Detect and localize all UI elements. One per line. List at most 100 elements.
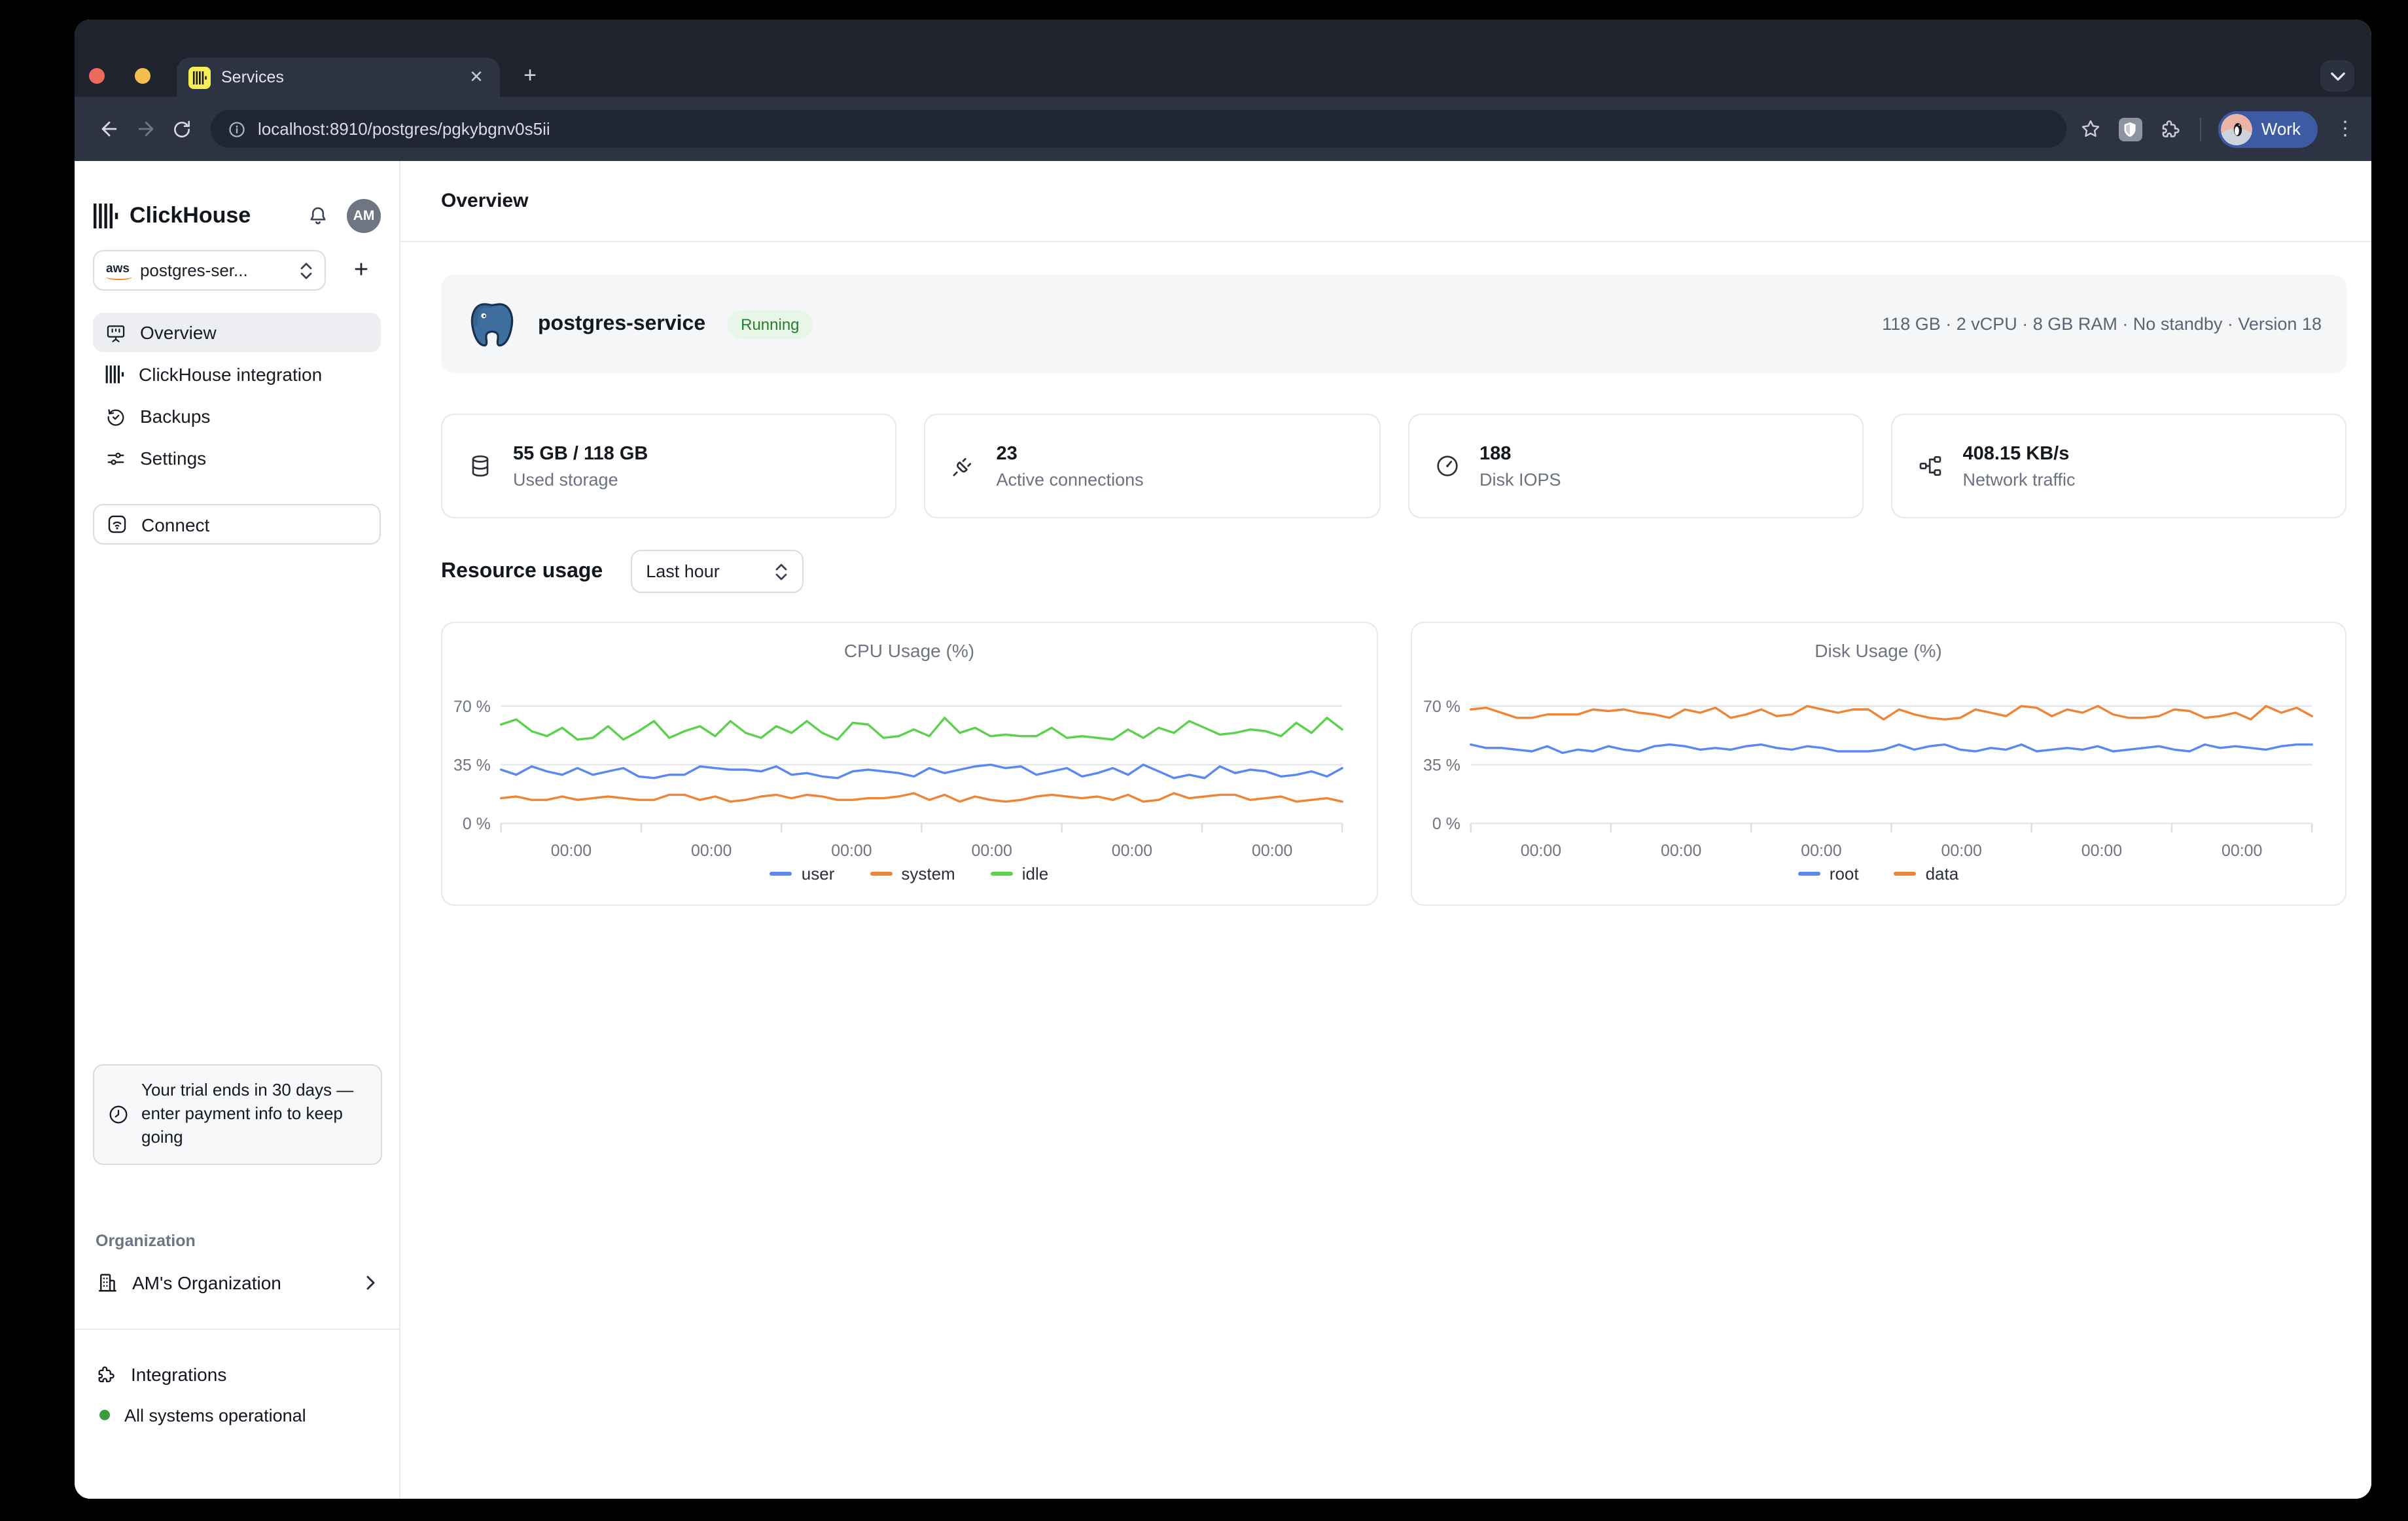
legend-item-idle: idle <box>991 864 1049 884</box>
sidebar-nav: Overview ClickHouse integrationBackupsSet… <box>93 313 381 478</box>
chart-plot-area: 0 %35 %70 %00:0000:0000:0000:0000:0000:0… <box>442 666 1376 863</box>
legend-line-icon <box>870 872 892 876</box>
network-icon <box>1917 453 1943 479</box>
plug-icon <box>951 453 977 479</box>
stat-label: Disk IOPS <box>1479 469 1561 489</box>
profile-label: Work <box>2261 119 2301 139</box>
page-title: Overview <box>441 190 528 212</box>
legend-item-system: system <box>870 864 955 884</box>
service-hero-card: postgres-service Running 118 GB · 2 vCPU… <box>441 275 2346 373</box>
legend-line-icon <box>991 872 1013 876</box>
svg-text:00:00: 00:00 <box>691 842 732 860</box>
svg-text:00:00: 00:00 <box>1941 842 1981 860</box>
service-name: postgres-service <box>538 312 705 336</box>
trial-notice: Your trial ends in 30 days — enter payme… <box>93 1064 382 1164</box>
select-chevrons-icon <box>300 261 313 279</box>
add-service-button[interactable]: + <box>342 251 381 290</box>
stat-card-network-traffic: 408.15 KB/s Network traffic <box>1891 414 2347 518</box>
service-specs: 118 GB · 2 vCPU · 8 GB RAM · No standby … <box>1882 314 2322 334</box>
sidebar-item-label: Overview <box>140 322 217 343</box>
stat-value: 408.15 KB/s <box>1963 443 2076 464</box>
address-bar[interactable]: localhost:8910/postgres/pgkybgnv0s5ii <box>211 110 2066 148</box>
page-header: Overview <box>400 161 2371 242</box>
sidebar: ClickHouse AM aws postgres-ser... + Over… <box>75 161 400 1499</box>
sidebar-item-overview[interactable]: Overview <box>93 313 381 352</box>
stat-cards: 55 GB / 118 GB Used storage 23Active conne… <box>441 414 2346 518</box>
postgres-logo-icon <box>466 298 518 350</box>
stat-label: Network traffic <box>1963 469 2076 489</box>
svg-text:00:00: 00:00 <box>831 842 872 860</box>
stat-card-active-connections: 23Active connections <box>925 414 1381 518</box>
connect-button[interactable]: Connect <box>93 504 381 545</box>
svg-text:00:00: 00:00 <box>1660 842 1701 860</box>
settings-icon <box>105 447 127 469</box>
charts-row: CPU Usage (%) 0 %35 %70 %00:0000:0000:00… <box>441 622 2346 906</box>
connect-label: Connect <box>141 514 209 535</box>
browser-window: Services ✕ + localhost:8910/postgres/pgk… <box>75 20 2371 1499</box>
tab-search-button[interactable] <box>2320 60 2354 92</box>
site-info-icon[interactable] <box>228 120 246 138</box>
stat-value: 55 GB / 118 GB <box>513 443 648 464</box>
backups-icon <box>105 405 127 427</box>
sidebar-item-integrations[interactable]: Integrations <box>96 1356 226 1393</box>
legend-item-user: user <box>770 864 835 884</box>
legend-item-data: data <box>1894 864 1959 884</box>
resource-usage-title: Resource usage <box>441 560 603 583</box>
url-text: localhost:8910/postgres/pgkybgnv0s5ii <box>258 119 550 139</box>
legend-line-icon <box>1894 872 1917 876</box>
organization-section-label: Organization <box>96 1232 196 1250</box>
notifications-bell-icon[interactable] <box>306 204 330 228</box>
legend-label: user <box>802 864 835 884</box>
svg-text:35 %: 35 % <box>1423 756 1460 774</box>
clickhouse-logo-icon <box>93 203 119 229</box>
sidebar-item-settings[interactable]: Settings <box>93 438 381 478</box>
svg-text:70 %: 70 % <box>1423 698 1460 716</box>
sidebar-item-backups[interactable]: Backups <box>93 397 381 436</box>
svg-text:0 %: 0 % <box>463 815 491 833</box>
legend-line-icon <box>770 872 792 876</box>
stat-label: Used storage <box>513 469 648 489</box>
browser-toolbar: localhost:8910/postgres/pgkybgnv0s5ii Wo… <box>75 97 2371 161</box>
status-dot-icon <box>99 1410 110 1420</box>
tab-services[interactable]: Services ✕ <box>177 58 500 97</box>
svg-text:00:00: 00:00 <box>551 842 592 860</box>
sidebar-divider <box>75 1329 399 1330</box>
svg-text:00:00: 00:00 <box>972 842 1012 860</box>
integrations-puzzle-icon <box>96 1363 118 1386</box>
time-range-select[interactable]: Last hour <box>630 550 803 593</box>
overview-icon <box>105 321 127 344</box>
toolbar-separator <box>2200 117 2201 141</box>
svg-text:00:00: 00:00 <box>1800 842 1841 860</box>
main-area: Overview postgres-service Running 118 GB… <box>400 161 2371 1499</box>
svg-text:00:00: 00:00 <box>1112 842 1152 860</box>
tab-close-icon[interactable]: ✕ <box>465 65 488 89</box>
svg-text:35 %: 35 % <box>453 756 491 774</box>
tab-title: Services <box>221 68 465 86</box>
user-avatar[interactable]: AM <box>347 199 381 233</box>
service-selector[interactable]: aws postgres-ser... <box>93 250 326 291</box>
service-status-badge: Running <box>728 310 812 338</box>
new-tab-button[interactable]: + <box>516 63 544 92</box>
close-window-button[interactable] <box>89 68 105 84</box>
organization-item[interactable]: AM's Organization <box>93 1263 386 1302</box>
back-button[interactable] <box>90 111 127 147</box>
sidebar-item-clickhouse-integration[interactable]: ClickHouse integration <box>93 355 381 394</box>
shield-extension-icon[interactable] <box>2119 117 2142 141</box>
tab-strip: Services ✕ + <box>75 20 2371 97</box>
status-text: All systems operational <box>124 1405 306 1425</box>
stat-value: 23 <box>997 443 1144 464</box>
profile-button[interactable]: Work <box>2218 111 2318 147</box>
connect-icon <box>106 513 128 535</box>
svg-text:00:00: 00:00 <box>1520 842 1561 860</box>
minimize-window-button[interactable] <box>135 68 150 84</box>
organization-building-icon <box>96 1271 119 1295</box>
system-status[interactable]: All systems operational <box>99 1399 306 1431</box>
reload-button[interactable] <box>164 111 200 147</box>
bookmark-star-icon[interactable] <box>2080 118 2102 140</box>
organization-name: AM's Organization <box>132 1272 281 1293</box>
browser-menu-icon[interactable]: ⋮ <box>2335 126 2356 132</box>
integrations-label: Integrations <box>131 1364 226 1385</box>
legend-label: root <box>1830 864 1859 884</box>
forward-button[interactable] <box>127 111 164 147</box>
extensions-puzzle-icon[interactable] <box>2159 117 2183 141</box>
